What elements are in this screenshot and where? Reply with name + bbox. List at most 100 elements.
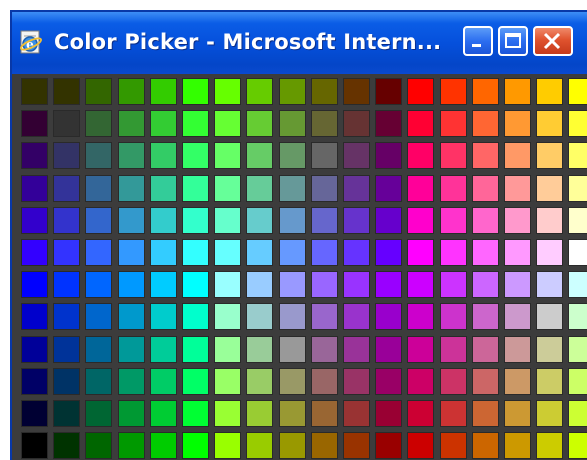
color-swatch[interactable]: [472, 142, 499, 169]
color-swatch[interactable]: [311, 271, 338, 298]
color-swatch[interactable]: [150, 336, 177, 363]
color-swatch[interactable]: [504, 336, 531, 363]
color-swatch[interactable]: [279, 110, 306, 137]
color-swatch[interactable]: [375, 368, 402, 395]
color-swatch[interactable]: [568, 239, 587, 266]
color-swatch[interactable]: [311, 207, 338, 234]
color-swatch[interactable]: [85, 336, 112, 363]
color-swatch[interactable]: [21, 207, 48, 234]
color-swatch[interactable]: [182, 142, 209, 169]
color-swatch[interactable]: [504, 432, 531, 459]
color-swatch[interactable]: [536, 175, 563, 202]
color-swatch[interactable]: [279, 336, 306, 363]
color-swatch[interactable]: [118, 400, 145, 427]
internet-explorer-icon[interactable]: e: [17, 28, 45, 56]
color-swatch[interactable]: [504, 110, 531, 137]
color-swatch[interactable]: [21, 78, 48, 105]
color-swatch[interactable]: [568, 175, 587, 202]
color-swatch[interactable]: [504, 271, 531, 298]
color-swatch[interactable]: [536, 142, 563, 169]
color-swatch[interactable]: [343, 110, 370, 137]
color-swatch[interactable]: [279, 142, 306, 169]
color-swatch[interactable]: [440, 400, 467, 427]
color-swatch[interactable]: [214, 110, 241, 137]
color-swatch[interactable]: [279, 368, 306, 395]
color-swatch[interactable]: [568, 207, 587, 234]
color-swatch[interactable]: [150, 78, 177, 105]
color-swatch[interactable]: [536, 336, 563, 363]
color-swatch[interactable]: [246, 78, 273, 105]
color-swatch[interactable]: [375, 400, 402, 427]
color-swatch[interactable]: [311, 400, 338, 427]
color-swatch[interactable]: [536, 271, 563, 298]
color-swatch[interactable]: [85, 175, 112, 202]
color-swatch[interactable]: [85, 110, 112, 137]
color-swatch[interactable]: [343, 142, 370, 169]
color-swatch[interactable]: [343, 368, 370, 395]
color-swatch[interactable]: [375, 239, 402, 266]
color-swatch[interactable]: [536, 400, 563, 427]
color-swatch[interactable]: [214, 303, 241, 330]
color-swatch[interactable]: [21, 110, 48, 137]
color-swatch[interactable]: [568, 432, 587, 459]
color-swatch[interactable]: [311, 336, 338, 363]
color-swatch[interactable]: [311, 368, 338, 395]
color-swatch[interactable]: [246, 207, 273, 234]
color-swatch[interactable]: [182, 368, 209, 395]
color-swatch[interactable]: [21, 175, 48, 202]
color-swatch[interactable]: [504, 175, 531, 202]
color-swatch[interactable]: [407, 239, 434, 266]
color-swatch[interactable]: [568, 400, 587, 427]
color-swatch[interactable]: [279, 271, 306, 298]
color-swatch[interactable]: [53, 271, 80, 298]
color-swatch[interactable]: [182, 78, 209, 105]
color-swatch[interactable]: [21, 142, 48, 169]
color-swatch[interactable]: [407, 78, 434, 105]
color-swatch[interactable]: [375, 142, 402, 169]
color-swatch[interactable]: [375, 271, 402, 298]
color-swatch[interactable]: [440, 207, 467, 234]
color-swatch[interactable]: [214, 142, 241, 169]
color-swatch[interactable]: [53, 400, 80, 427]
color-swatch[interactable]: [472, 368, 499, 395]
color-swatch[interactable]: [440, 368, 467, 395]
color-swatch[interactable]: [311, 142, 338, 169]
color-swatch[interactable]: [246, 400, 273, 427]
color-swatch[interactable]: [472, 432, 499, 459]
color-swatch[interactable]: [279, 207, 306, 234]
color-swatch[interactable]: [568, 271, 587, 298]
color-swatch[interactable]: [568, 110, 587, 137]
color-swatch[interactable]: [182, 432, 209, 459]
color-swatch[interactable]: [150, 400, 177, 427]
color-swatch[interactable]: [343, 207, 370, 234]
color-swatch[interactable]: [214, 175, 241, 202]
color-swatch[interactable]: [568, 78, 587, 105]
color-swatch[interactable]: [150, 271, 177, 298]
color-swatch[interactable]: [182, 239, 209, 266]
color-swatch[interactable]: [150, 110, 177, 137]
minimize-button[interactable]: [463, 26, 493, 56]
color-swatch[interactable]: [214, 207, 241, 234]
color-swatch[interactable]: [279, 432, 306, 459]
color-swatch[interactable]: [118, 303, 145, 330]
color-swatch[interactable]: [279, 78, 306, 105]
color-swatch[interactable]: [85, 368, 112, 395]
color-swatch[interactable]: [53, 175, 80, 202]
color-swatch[interactable]: [118, 239, 145, 266]
color-swatch[interactable]: [53, 110, 80, 137]
color-swatch[interactable]: [536, 110, 563, 137]
color-swatch[interactable]: [53, 142, 80, 169]
color-swatch[interactable]: [504, 239, 531, 266]
color-swatch[interactable]: [118, 336, 145, 363]
color-swatch[interactable]: [21, 303, 48, 330]
color-swatch[interactable]: [375, 175, 402, 202]
color-swatch[interactable]: [182, 336, 209, 363]
color-swatch[interactable]: [85, 239, 112, 266]
color-swatch[interactable]: [182, 400, 209, 427]
color-swatch[interactable]: [343, 336, 370, 363]
title-bar[interactable]: e Color Picker - Microsoft Intern...: [12, 12, 587, 74]
color-swatch[interactable]: [375, 207, 402, 234]
color-swatch[interactable]: [21, 368, 48, 395]
color-swatch[interactable]: [472, 175, 499, 202]
color-swatch[interactable]: [246, 368, 273, 395]
